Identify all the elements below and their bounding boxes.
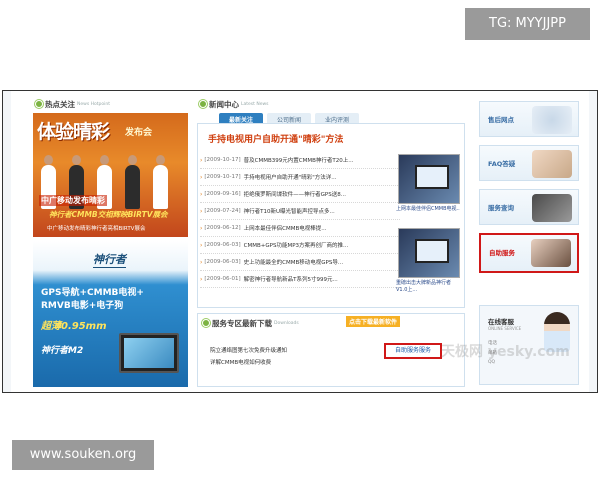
- sidebar-item-self-service[interactable]: 自助服务: [479, 233, 579, 273]
- service-title: 服务专区最新下载: [212, 318, 272, 328]
- headset-agent-icon: [531, 239, 571, 267]
- news-date: [2009-06-03]: [204, 242, 241, 248]
- news-center-column: 新闻中心 Latest News 最新关注 公司新闻 业内评测 手持电视用户自助…: [197, 97, 465, 387]
- news-thumbnail[interactable]: [398, 154, 460, 204]
- news-item[interactable]: › [2009-10-17] 手持电视用户自助开通"晴彩"方法详...: [200, 169, 400, 186]
- hot-topic-banner[interactable]: 体验晴彩 发布会 中广移动发布晴彩 神行者CMMB交相辉映BIRTV展会 中广移…: [33, 113, 188, 237]
- news-date: [2009-10-17]: [204, 174, 241, 180]
- arrow-bullet-icon: ›: [200, 275, 203, 283]
- news-date: [2009-06-01]: [204, 276, 241, 282]
- person-figure: [125, 155, 140, 209]
- sidebar-item-label: 服务查询: [488, 204, 514, 212]
- bullet-icon: [199, 100, 207, 108]
- news-date: [2009-06-03]: [204, 259, 241, 265]
- arrow-bullet-icon: ›: [200, 156, 203, 164]
- watermark-telegram: TG: MYYJJPP: [465, 8, 590, 40]
- sidebar-item-label: 自助服务: [489, 249, 515, 257]
- promo-line: RMVB电影+电子狗: [41, 301, 124, 311]
- arrow-bullet-icon: ›: [200, 241, 203, 249]
- news-item[interactable]: › [2009-06-01] 解密神行者导航新品T系列5寸999元...: [200, 271, 400, 288]
- faint-watermark: 天极网 yesky.com: [441, 344, 570, 360]
- sidebar-item-label: FAQ答疑: [488, 160, 516, 168]
- sidebar-item-faq[interactable]: FAQ答疑: [479, 145, 579, 181]
- news-title: 手持电视用户自助开通"晴彩"方法详...: [243, 175, 337, 181]
- news-item[interactable]: › [2009-06-12] 上网本最佳伴侣CMMB电视棒提...: [200, 220, 400, 237]
- arrow-bullet-icon: ›: [200, 224, 203, 232]
- promo-line: 神行者M2: [41, 346, 84, 356]
- banner-big-text: 体验晴彩: [37, 121, 110, 143]
- news-date: [2009-09-16]: [204, 191, 241, 197]
- product-logo: 神行者: [93, 253, 126, 268]
- news-center-subtitle: Latest News: [241, 101, 269, 107]
- online-service-title: 在线客服: [488, 318, 514, 326]
- online-service-subtitle: ONLINE SERVICE: [488, 326, 522, 331]
- sidebar-item-service-outlets[interactable]: 售后网点: [479, 101, 579, 137]
- news-date: [2009-07-24]: [204, 208, 241, 214]
- news-panel: 手持电视用户自助开通"晴彩"方法 › [2009-10-17] 普及CMMB399元…: [197, 123, 465, 308]
- person-figure: [153, 155, 168, 209]
- news-item[interactable]: › [2009-09-16] 拒绝俄罗斯间谍软件——神行者GPS送8...: [200, 186, 400, 203]
- news-date: [2009-10-17]: [204, 157, 241, 163]
- service-link[interactable]: 详解CMMB电视如何收费: [210, 358, 271, 366]
- news-center-title: 新闻中心: [209, 99, 239, 109]
- sidebar-item-label: 售后网点: [488, 116, 514, 124]
- banner-caption: 中广移动发布晴彩: [39, 195, 107, 206]
- arrow-bullet-icon: ›: [200, 173, 203, 181]
- news-item[interactable]: › [2009-10-17] 普及CMMB399元内置CMMB神行者T20上...: [200, 152, 400, 169]
- news-title: 神行者T10新U曝光智能声控导点多...: [243, 209, 335, 215]
- banner-caption: 中广移动发布晴彩神行者亮相BIRTV展会: [47, 226, 146, 232]
- watermark-url: www.souken.org: [12, 440, 154, 470]
- arrow-bullet-icon: ›: [200, 207, 203, 215]
- bullet-icon: [202, 319, 210, 327]
- service-subtitle: Downloads: [274, 320, 299, 326]
- news-title: 普及CMMB399元内置CMMB神行者T20上...: [243, 158, 354, 164]
- news-title: 史上功能最全的CMMB移动电视GPS导...: [243, 260, 344, 266]
- download-latest-button[interactable]: 点击下载最新软件: [346, 316, 401, 327]
- service-downloads-panel: 服务专区最新下载 Downloads 点击下载最新软件 院立通络图第七次免费升级…: [197, 313, 465, 387]
- arrow-bullet-icon: ›: [200, 190, 203, 198]
- news-date: [2009-06-12]: [204, 225, 241, 231]
- news-title: 拒绝俄罗斯间谍软件——神行者GPS送8...: [243, 192, 346, 198]
- news-thumbnail-caption[interactable]: 上网本最佳伴侣CMMB电视..: [396, 206, 462, 213]
- product-promo-banner[interactable]: 神行者 GPS导航+CMMB电视+ RMVB电影+电子狗 超薄0.95mm 神行…: [33, 241, 188, 387]
- news-item[interactable]: › [2009-06-03] CMMB+GPS功能MP3方案再创厂商的推...: [200, 237, 400, 254]
- news-item[interactable]: › [2009-06-03] 史上功能最全的CMMB移动电视GPS导...: [200, 254, 400, 271]
- news-item[interactable]: › [2009-07-24] 神行者T10新U曝光智能声控导点多...: [200, 203, 400, 220]
- news-thumbnail-caption[interactable]: 重磅出击大牌新品神行者V1.0上...: [396, 280, 462, 294]
- device-image: [119, 333, 179, 373]
- news-list: › [2009-10-17] 普及CMMB399元内置CMMB神行者T20上... …: [200, 152, 400, 288]
- people-icon: [532, 194, 572, 222]
- sidebar-item-service-query[interactable]: 服务查询: [479, 189, 579, 225]
- arrow-bullet-icon: ›: [200, 258, 203, 266]
- screenshot-frame: 热点关注 News Hotpoint 体验晴彩 发布会 中广移动发布晴彩 神行者…: [2, 90, 598, 393]
- banner-caption: 神行者CMMB交相辉映BIRTV展会: [49, 210, 168, 219]
- news-center-header: 新闻中心 Latest News: [197, 97, 465, 111]
- promo-line: 超薄0.95mm: [41, 321, 107, 332]
- self-service-link[interactable]: 自助服务服务: [384, 343, 442, 359]
- handshake-icon: [532, 150, 572, 178]
- hot-topics-subtitle: News Hotpoint: [77, 101, 110, 107]
- news-title: CMMB+GPS功能MP3方案再创厂商的推...: [243, 243, 349, 249]
- hot-topics-column: 热点关注 News Hotpoint 体验晴彩 发布会 中广移动发布晴彩 神行者…: [33, 97, 188, 387]
- bullet-icon: [35, 100, 43, 108]
- hot-topics-title: 热点关注: [45, 99, 75, 109]
- hot-topics-header: 热点关注 News Hotpoint: [33, 97, 188, 111]
- service-link[interactable]: 院立通络图第七次免费升级通知: [210, 346, 287, 354]
- news-thumbnail[interactable]: [398, 228, 460, 278]
- china-map-icon: [532, 106, 572, 134]
- banner-small-text: 发布会: [125, 128, 153, 138]
- news-title: 解密神行者导航新品T系列5寸999元...: [243, 277, 338, 283]
- news-headline[interactable]: 手持电视用户自助开通"晴彩"方法: [208, 132, 343, 145]
- news-title: 上网本最佳伴侣CMMB电视棒提...: [243, 226, 327, 232]
- service-header: 服务专区最新下载 Downloads: [200, 316, 299, 330]
- web-page: 热点关注 News Hotpoint 体验晴彩 发布会 中广移动发布晴彩 神行者…: [11, 91, 589, 392]
- promo-line: GPS导航+CMMB电视+: [41, 288, 144, 298]
